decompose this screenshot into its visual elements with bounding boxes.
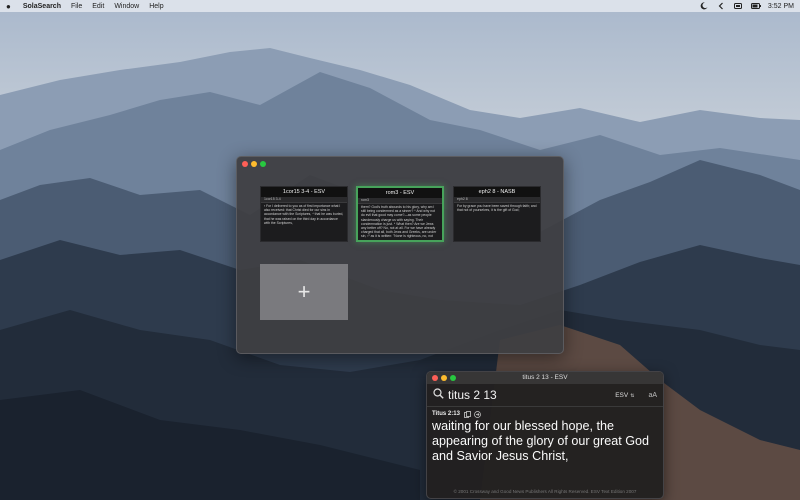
- moon-icon[interactable]: [700, 2, 708, 10]
- battery-icon[interactable]: [750, 2, 761, 10]
- passage-tile-selected[interactable]: rom3 - ESV rom3 them? God's truth abound…: [356, 186, 444, 242]
- passage-tile[interactable]: eph2 8 - NASB eph2 8 For by grace you ha…: [453, 186, 541, 242]
- menu-clock[interactable]: 3:52 PM: [768, 3, 794, 10]
- zoom-button[interactable]: [450, 375, 456, 381]
- search-bar: titus 2 13 ESV ⇅ aA: [427, 384, 663, 407]
- copyright-notice: © 2001 Crossway and Good News Publishers…: [453, 489, 637, 494]
- back-chevron-icon[interactable]: [717, 2, 725, 10]
- menu-item-help[interactable]: Help: [149, 3, 163, 10]
- minimize-button[interactable]: [251, 161, 257, 167]
- verse-text: waiting for our blessed hope, the appear…: [432, 419, 650, 463]
- menu-bar: ● SolaSearch File Edit Window Help 3:52 …: [0, 0, 800, 12]
- close-button[interactable]: [242, 161, 248, 167]
- add-passage-button[interactable]: +: [260, 264, 348, 320]
- zoom-button[interactable]: [260, 161, 266, 167]
- tile-title: 1cor15 3-4 - ESV: [261, 187, 347, 197]
- tile-preview-text: them? God's truth abounds to his glory, …: [361, 205, 437, 239]
- menu-item-file[interactable]: File: [71, 3, 82, 10]
- plus-icon: +: [297, 279, 311, 304]
- window-controls: [432, 375, 456, 381]
- chevron-updown-icon: ⇅: [630, 392, 635, 399]
- tile-preview-text: ³ For I delivered to you as of first imp…: [264, 204, 344, 225]
- reference-row: Titus 2:13: [427, 407, 663, 418]
- search-window: titus 2 13 - ESV titus 2 13 ESV ⇅ aA Titu…: [426, 371, 664, 499]
- passages-window: 1cor15 3-4 - ESV 1cor15 3-4 ³ For I deli…: [236, 156, 564, 354]
- search-icon: [433, 386, 444, 404]
- menu-item-window[interactable]: Window: [114, 3, 139, 10]
- tile-title: eph2 8 - NASB: [454, 187, 540, 197]
- menu-item-edit[interactable]: Edit: [92, 3, 104, 10]
- menu-extra-icon[interactable]: [733, 2, 742, 10]
- translation-label: ESV: [615, 391, 629, 399]
- search-input[interactable]: titus 2 13: [448, 388, 615, 402]
- window-controls: [242, 161, 266, 167]
- font-size-button[interactable]: aA: [648, 392, 657, 399]
- tile-preview-text: For by grace you have been saved through…: [457, 204, 537, 213]
- close-button[interactable]: [432, 375, 438, 381]
- verse-reference: Titus 2:13: [432, 410, 460, 417]
- translation-select[interactable]: ESV ⇅: [615, 392, 634, 399]
- menu-bar-status: 3:52 PM: [700, 2, 794, 10]
- passage-tile[interactable]: 1cor15 3-4 - ESV 1cor15 3-4 ³ For I deli…: [260, 186, 348, 242]
- window-title: titus 2 13 - ESV: [427, 372, 663, 384]
- apple-menu-icon[interactable]: ●: [6, 2, 11, 11]
- minimize-button[interactable]: [441, 375, 447, 381]
- menu-app-name[interactable]: SolaSearch: [23, 3, 61, 10]
- tile-title: rom3 - ESV: [358, 188, 442, 198]
